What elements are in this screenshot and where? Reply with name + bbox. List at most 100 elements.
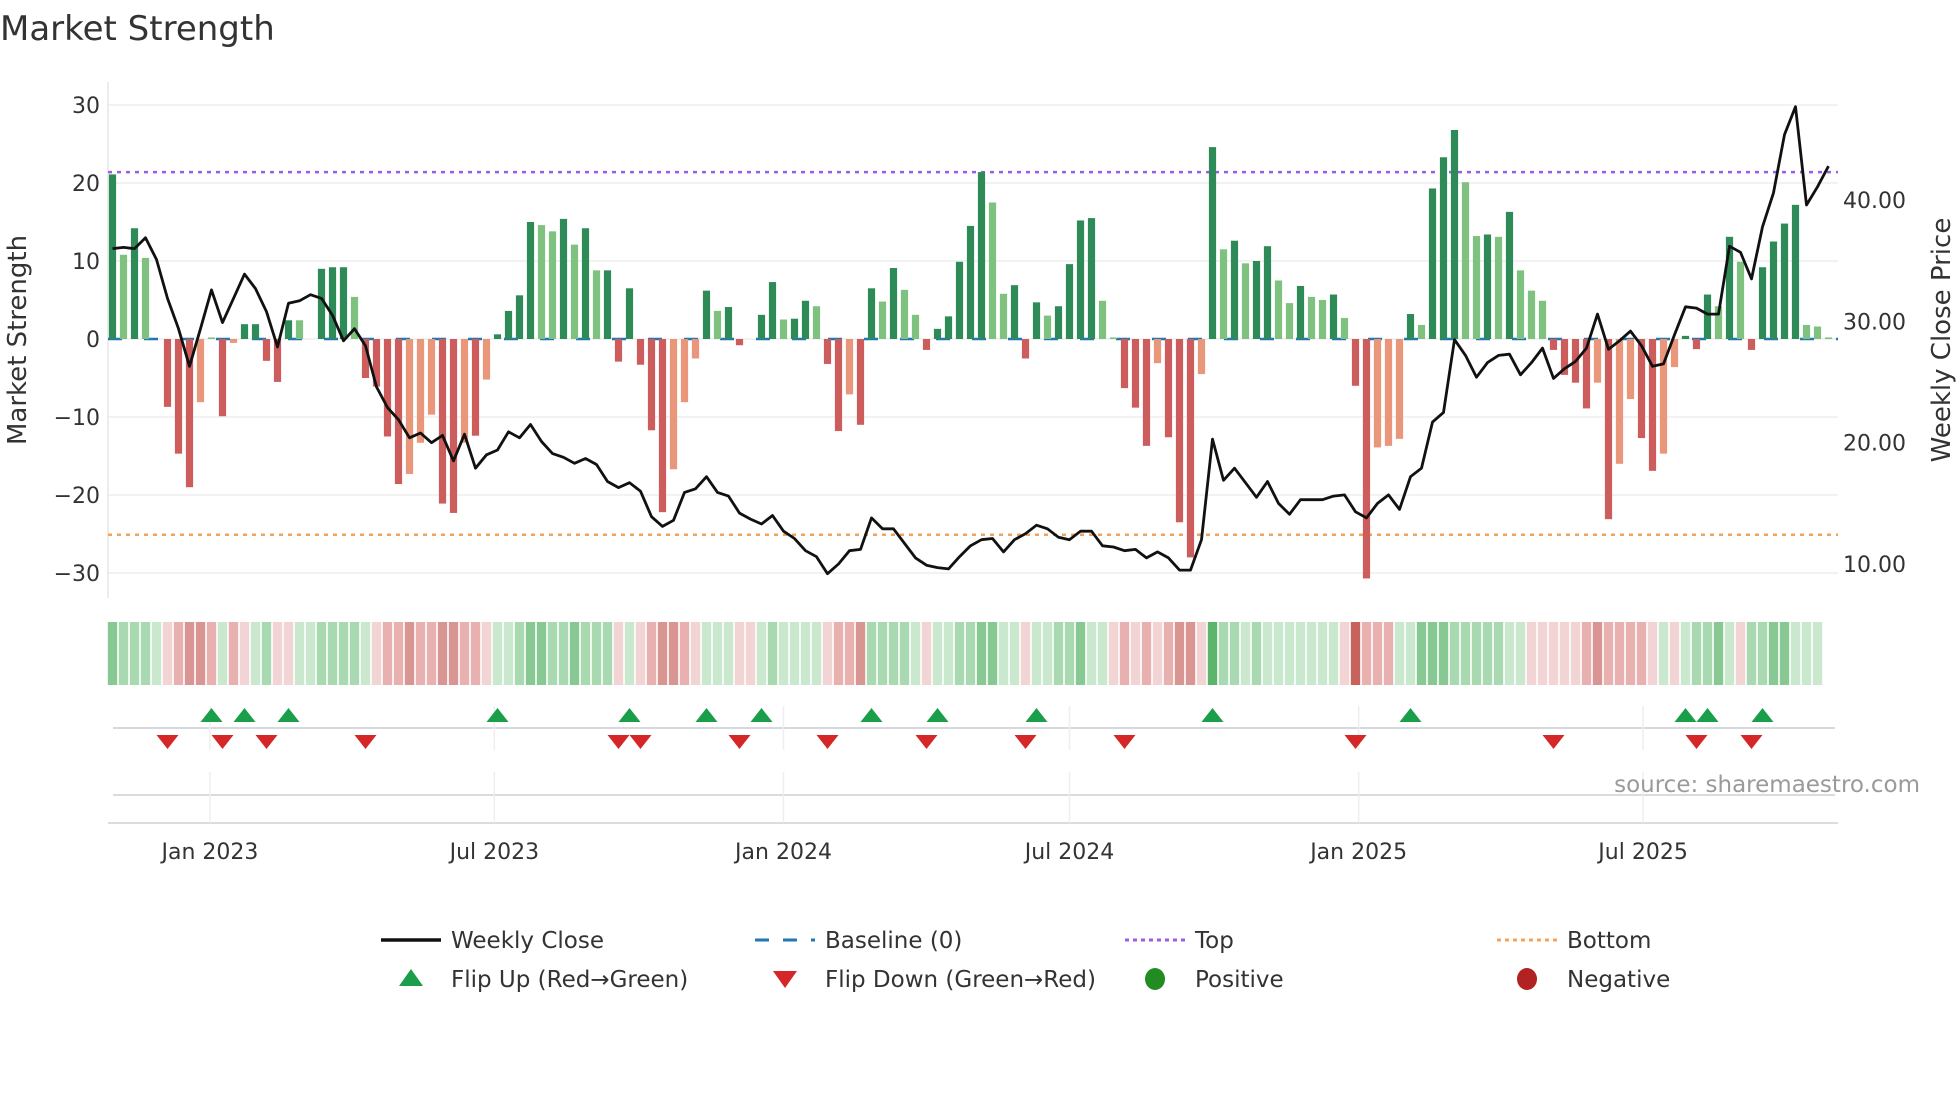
heat-cell <box>482 622 491 685</box>
heat-cell <box>592 622 601 685</box>
strength-bar <box>1605 339 1612 519</box>
heat-cell <box>1714 622 1723 685</box>
heat-cell <box>625 622 634 685</box>
heat-cell <box>1637 622 1646 685</box>
flip-down-marker <box>916 735 938 749</box>
y-tick-label: 30 <box>72 94 100 119</box>
heat-cell <box>801 622 810 685</box>
strength-bar <box>1374 339 1381 447</box>
strength-bar <box>1440 157 1447 339</box>
heat-cell <box>284 622 293 685</box>
strength-bar <box>1616 339 1623 464</box>
heat-cell <box>493 622 502 685</box>
heat-cell <box>1197 622 1206 685</box>
heat-cell <box>229 622 238 685</box>
heat-cell <box>240 622 249 685</box>
strength-bar <box>1143 339 1150 446</box>
heat-cell <box>152 622 161 685</box>
y-tick-label: 0 <box>86 328 100 353</box>
positive-circle-icon <box>1145 968 1165 990</box>
strength-bar <box>1308 297 1315 339</box>
strength-bar <box>1264 246 1271 339</box>
strength-bar <box>945 316 952 339</box>
strength-bar <box>802 301 809 339</box>
heat-cell <box>1098 622 1107 685</box>
heat-cell <box>1747 622 1756 685</box>
heat-cell <box>1604 622 1613 685</box>
strength-bar <box>1055 306 1062 339</box>
legend-label: Bottom <box>1567 928 1651 954</box>
strength-bar <box>450 339 457 513</box>
strength-bar <box>1550 339 1557 350</box>
strength-bar <box>1627 339 1634 399</box>
heat-cell <box>1340 622 1349 685</box>
strength-bar <box>1462 182 1469 339</box>
strength-bar <box>1077 220 1084 339</box>
heat-cell <box>1450 622 1459 685</box>
flip-down-marker <box>256 735 278 749</box>
legend-label: Flip Down (Green→Red) <box>825 967 1096 993</box>
flip-down-marker <box>817 735 839 749</box>
heat-cell <box>867 622 876 685</box>
strength-bar <box>1792 205 1799 339</box>
legend-label: Baseline (0) <box>825 928 962 954</box>
flip-up-marker <box>1675 708 1697 722</box>
strength-bar <box>1154 339 1161 363</box>
strength-bar <box>1198 339 1205 374</box>
heat-cell <box>328 622 337 685</box>
market-strength-chart: Market Strength 3020100−10−20−3040.0030.… <box>0 0 1960 1102</box>
heat-cell <box>1472 622 1481 685</box>
strength-bar <box>824 339 831 364</box>
heat-cell <box>350 622 359 685</box>
heat-cell <box>537 622 546 685</box>
heat-cell <box>339 622 348 685</box>
heat-cell <box>1494 622 1503 685</box>
heat-cell <box>1032 622 1041 685</box>
strength-bar <box>120 255 127 339</box>
strength-bar <box>1231 241 1238 339</box>
heat-cell <box>647 622 656 685</box>
heat-cell <box>735 622 744 685</box>
heat-cell <box>1626 622 1635 685</box>
strength-bar <box>1341 318 1348 339</box>
heat-cell <box>1483 622 1492 685</box>
heat-cell <box>1527 622 1536 685</box>
heat-cell <box>900 622 909 685</box>
heat-cell <box>1230 622 1239 685</box>
heat-cell <box>163 622 172 685</box>
strength-bar <box>835 339 842 431</box>
strength-bar <box>1220 249 1227 339</box>
y-tick-label: −20 <box>54 484 100 509</box>
strength-bar <box>1682 336 1689 339</box>
heat-cell <box>1065 622 1074 685</box>
heat-cell <box>1351 622 1360 685</box>
strength-bar <box>1275 281 1282 340</box>
flip-down-marker <box>630 735 652 749</box>
heat-cell <box>845 622 854 685</box>
heat-cell <box>944 622 953 685</box>
strength-bar <box>1451 130 1458 339</box>
heat-cell <box>383 622 392 685</box>
triangle-down-icon <box>773 971 797 988</box>
heat-cell <box>1043 622 1052 685</box>
strength-bar <box>791 319 798 339</box>
strength-bar <box>1242 263 1249 339</box>
strength-bar <box>1099 301 1106 339</box>
strength-bar <box>1297 286 1304 339</box>
flip-up-marker <box>1752 708 1774 722</box>
strength-bar <box>1704 295 1711 339</box>
heat-cell <box>1010 622 1019 685</box>
strength-bar <box>1022 339 1029 359</box>
strength-bar <box>516 295 523 339</box>
heat-cell <box>1252 622 1261 685</box>
strength-bar <box>637 339 644 365</box>
strength-bar <box>659 339 666 512</box>
strength-bar <box>1770 242 1777 340</box>
strength-bar <box>109 174 116 339</box>
strength-bar <box>571 245 578 339</box>
heat-cell <box>1329 622 1338 685</box>
strength-heat-strip <box>108 622 1822 685</box>
heat-cell <box>1241 622 1250 685</box>
heat-cell <box>691 622 700 685</box>
strength-bar <box>1803 325 1810 339</box>
